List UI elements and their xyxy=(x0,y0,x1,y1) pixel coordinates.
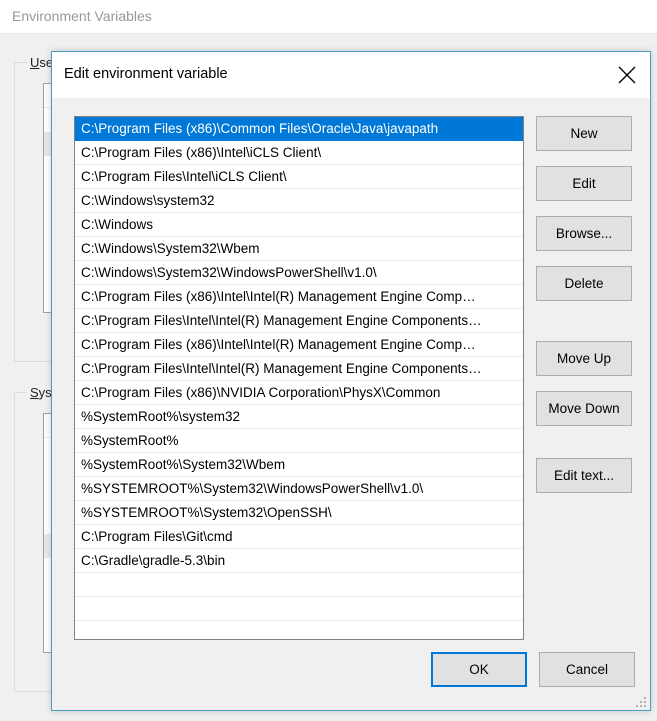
path-entry-row[interactable]: C:\Windows xyxy=(75,213,523,237)
delete-button[interactable]: Delete xyxy=(536,266,632,301)
path-entries-list[interactable]: C:\Program Files (x86)\Common Files\Orac… xyxy=(74,116,524,640)
path-entry-empty-row[interactable] xyxy=(75,597,523,621)
move-up-button[interactable]: Move Up xyxy=(536,341,632,376)
move-down-button[interactable]: Move Down xyxy=(536,391,632,426)
resize-grip[interactable] xyxy=(633,694,646,707)
path-entry-row[interactable]: C:\Program Files\Git\cmd xyxy=(75,525,523,549)
ok-button[interactable]: OK xyxy=(431,652,527,687)
path-entry-row[interactable]: C:\Program Files (x86)\Intel\Intel(R) Ma… xyxy=(75,285,523,309)
path-entry-row[interactable]: C:\Windows\System32\WindowsPowerShell\v1… xyxy=(75,261,523,285)
background-window-titlebar: Environment Variables xyxy=(0,0,657,33)
path-entry-row[interactable]: C:\Program Files (x86)\Intel\Intel(R) Ma… xyxy=(75,333,523,357)
edit-text-button[interactable]: Edit text... xyxy=(536,458,632,493)
path-entry-row[interactable]: C:\Program Files (x86)\Common Files\Orac… xyxy=(75,117,523,141)
path-entry-row[interactable]: %SystemRoot%\System32\Wbem xyxy=(75,453,523,477)
path-entry-row[interactable]: C:\Program Files (x86)\Intel\iCLS Client… xyxy=(75,141,523,165)
path-entry-empty-row[interactable] xyxy=(75,621,523,639)
path-entry-row[interactable]: %SystemRoot%\system32 xyxy=(75,405,523,429)
path-entry-row[interactable]: %SYSTEMROOT%\System32\WindowsPowerShell\… xyxy=(75,477,523,501)
path-entry-empty-row[interactable] xyxy=(75,573,523,597)
path-entry-row[interactable]: C:\Program Files\Intel\Intel(R) Manageme… xyxy=(75,357,523,381)
path-entry-row[interactable]: C:\Gradle\gradle-5.3\bin xyxy=(75,549,523,573)
edit-button[interactable]: Edit xyxy=(536,166,632,201)
dialog-titlebar: Edit environment variable xyxy=(52,52,650,98)
path-entry-row[interactable]: C:\Windows\system32 xyxy=(75,189,523,213)
path-entry-row[interactable]: C:\Windows\System32\Wbem xyxy=(75,237,523,261)
path-entry-row[interactable]: %SYSTEMROOT%\System32\OpenSSH\ xyxy=(75,501,523,525)
edit-environment-variable-dialog: Edit environment variable C:\Program Fil… xyxy=(51,51,651,711)
dialog-title: Edit environment variable xyxy=(64,66,228,82)
cancel-button[interactable]: Cancel xyxy=(539,652,635,687)
path-entry-row[interactable]: C:\Program Files\Intel\iCLS Client\ xyxy=(75,165,523,189)
path-entry-row[interactable]: C:\Program Files\Intel\Intel(R) Manageme… xyxy=(75,309,523,333)
browse-button[interactable]: Browse... xyxy=(536,216,632,251)
path-entry-row[interactable]: C:\Program Files (x86)\NVIDIA Corporatio… xyxy=(75,381,523,405)
background-window-title: Environment Variables xyxy=(12,8,152,24)
close-icon[interactable] xyxy=(604,52,650,98)
new-button[interactable]: New xyxy=(536,116,632,151)
path-entry-row[interactable]: %SystemRoot% xyxy=(75,429,523,453)
